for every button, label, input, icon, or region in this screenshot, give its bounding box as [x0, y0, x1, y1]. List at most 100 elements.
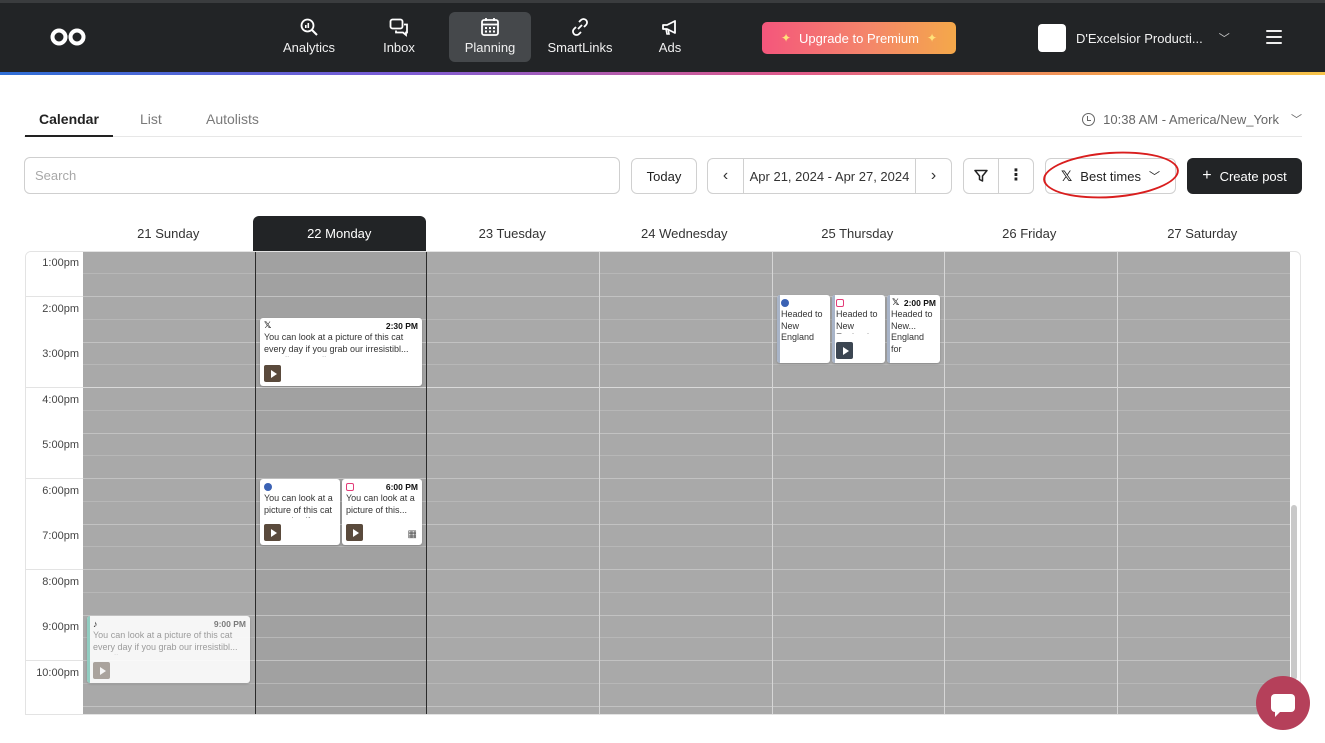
date-range-label[interactable]: Apr 21, 2024 - Apr 27, 2024: [743, 159, 916, 193]
date-range-navigator: ‹ Apr 21, 2024 - Apr 27, 2024 ›: [707, 158, 952, 194]
column-divider: [772, 252, 773, 714]
clock-icon: [1082, 112, 1096, 126]
chat-support-button[interactable]: [1256, 676, 1310, 730]
time-divider: [26, 569, 83, 570]
grid-line: [83, 296, 1290, 297]
tab-autolists[interactable]: Autolists: [206, 111, 259, 127]
today-label: Today: [646, 168, 682, 184]
search-input[interactable]: [24, 157, 620, 194]
time-label: 8:00pm: [42, 576, 79, 588]
nav-ads[interactable]: Ads: [629, 12, 711, 62]
post-card[interactable]: ♪ 9:00 PM You can look at a picture of th…: [87, 616, 250, 683]
vertical-scrollbar[interactable]: [1291, 505, 1297, 680]
view-tabs: Calendar List Autolists 10:38 AM - Ameri…: [24, 104, 1302, 137]
megaphone-icon: [662, 20, 676, 35]
day-header-friday[interactable]: 26 Friday: [943, 216, 1116, 251]
next-week-button[interactable]: ›: [916, 159, 951, 193]
video-thumbnail: [93, 662, 110, 679]
time-label: 6:00pm: [42, 485, 79, 497]
timezone-label: 10:38 AM - America/New_York: [1103, 111, 1279, 127]
time-label: 10:00pm: [36, 667, 79, 679]
top-edge: [0, 0, 1325, 3]
day-header-sunday[interactable]: 21 Sunday: [82, 216, 255, 251]
x-logo-icon: 𝕏: [264, 320, 272, 330]
day-header-wednesday[interactable]: 24 Wednesday: [598, 216, 771, 251]
column-divider: [1117, 252, 1118, 714]
facebook-icon: [781, 298, 789, 307]
nav-smartlinks[interactable]: SmartLinks: [539, 12, 621, 62]
nav-ads-label: Ads: [658, 40, 682, 55]
grid-line: [83, 660, 1290, 661]
day-header-monday[interactable]: 22 Monday: [253, 216, 426, 251]
grid-line: [83, 546, 1290, 547]
post-text: You can look at a picture of this cat ev…: [93, 630, 238, 655]
time-label: 5:00pm: [42, 439, 79, 451]
calendar-icon: [481, 18, 499, 36]
video-thumbnail: [264, 365, 281, 382]
day-header-saturday[interactable]: 27 Saturday: [1116, 216, 1289, 251]
filter-icon: [974, 169, 988, 182]
post-text: You can look at a picture of this cat ev…: [264, 332, 409, 357]
grid-line: [83, 569, 1290, 570]
prev-week-button[interactable]: ‹: [708, 159, 743, 193]
grid-line: [83, 615, 1290, 616]
today-button[interactable]: Today: [631, 158, 697, 194]
x-logo-icon: 𝕏: [892, 297, 900, 307]
post-card[interactable]: Headed to New England for Memorial Day W…: [832, 295, 885, 363]
nav-planning[interactable]: Planning: [449, 12, 531, 62]
nav-planning-label: Planning: [464, 40, 516, 55]
post-card[interactable]: You can look at a picture of this cat ev…: [260, 479, 340, 545]
post-card[interactable]: 6:00 PM You can look at a picture of thi…: [342, 479, 422, 545]
post-text: Headed to New... England for: [891, 309, 933, 354]
more-options-button[interactable]: ⋮: [998, 158, 1034, 194]
chevron-left-icon: ‹: [722, 167, 729, 184]
grid-line: [83, 273, 1290, 274]
grid-icon: ▦: [407, 529, 417, 540]
account-switcher[interactable]: D'Excelsior Producti... ﹀: [1038, 24, 1230, 52]
instagram-icon: [836, 298, 844, 307]
inbox-icon: [389, 18, 408, 37]
grid-line: [83, 683, 1290, 684]
filter-button[interactable]: [963, 158, 999, 194]
grid-line: [83, 387, 1290, 388]
timezone-selector[interactable]: 10:38 AM - America/New_York ﹀: [1082, 111, 1302, 127]
upgrade-premium-button[interactable]: ✦ Upgrade to Premium ✦: [762, 22, 956, 54]
create-post-button[interactable]: + Create post: [1187, 158, 1302, 194]
day-columns[interactable]: 𝕏 2:30 PM You can look at a picture of th…: [83, 252, 1290, 714]
time-column: 1:00pm 2:00pm 3:00pm 4:00pm 5:00pm 6:00p…: [26, 252, 83, 714]
tab-calendar[interactable]: Calendar: [25, 111, 113, 137]
link-icon: [572, 18, 588, 36]
tab-list[interactable]: List: [140, 111, 162, 127]
kebab-icon: ⋮: [1008, 167, 1024, 184]
post-status-bar: [887, 295, 890, 363]
nav-analytics-label: Analytics: [282, 40, 336, 55]
nav-analytics[interactable]: Analytics: [268, 12, 350, 62]
brand-gradient-line: [0, 72, 1325, 75]
post-card[interactable]: 𝕏 2:30 PM You can look at a picture of th…: [260, 318, 422, 386]
time-label: 1:00pm: [42, 257, 79, 269]
grid-line: [83, 592, 1290, 593]
day-header-tuesday[interactable]: 23 Tuesday: [426, 216, 599, 251]
top-nav-bar: Analytics Inbox Planning SmartLinks Ads …: [0, 0, 1325, 75]
chat-bubble-icon: [1271, 694, 1295, 717]
day-headers: 21 Sunday 22 Monday 23 Tuesday 24 Wednes…: [82, 216, 1290, 251]
facebook-icon: [264, 482, 272, 491]
nav-inbox[interactable]: Inbox: [358, 12, 440, 62]
app-logo-icon[interactable]: [50, 26, 86, 48]
post-card[interactable]: Headed to New England for Memorial Day W…: [777, 295, 830, 363]
post-card[interactable]: 𝕏 2:00 PM Headed to New... England for: [887, 295, 940, 363]
menu-icon[interactable]: [1266, 30, 1282, 44]
post-text: You can look at a picture of this...: [346, 493, 415, 515]
post-time: 9:00 PM: [213, 618, 246, 629]
grid-line: [83, 455, 1290, 456]
time-label: 3:00pm: [42, 348, 79, 360]
column-divider: [255, 252, 256, 714]
post-status-bar: [777, 295, 780, 363]
grid-line: [83, 433, 1290, 434]
day-header-thursday[interactable]: 25 Thursday: [771, 216, 944, 251]
time-divider: [26, 296, 83, 297]
account-name: D'Excelsior Producti...: [1076, 30, 1203, 46]
column-divider: [944, 252, 945, 714]
grid-line: [83, 410, 1290, 411]
nav-smartlinks-label: SmartLinks: [547, 40, 613, 55]
